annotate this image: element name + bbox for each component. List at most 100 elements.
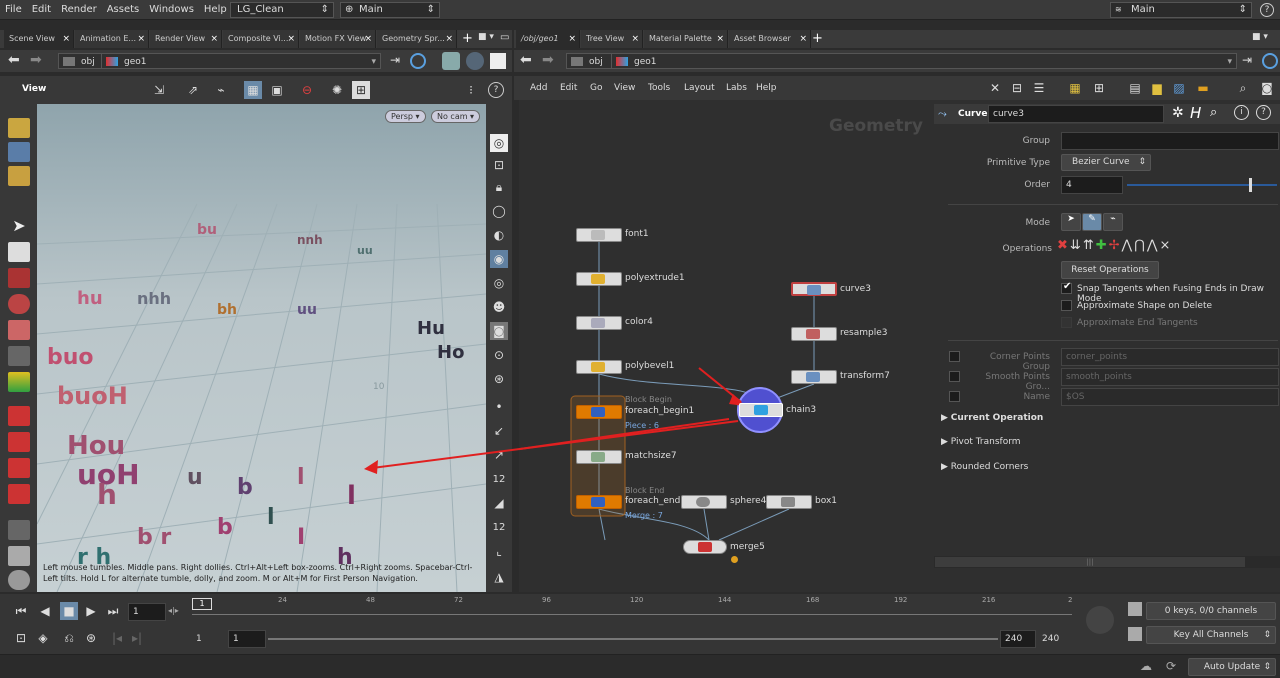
link-icon[interactable] [1262,53,1278,69]
eye-icon[interactable]: ⊙ [490,346,508,364]
context-select[interactable]: ⊕ Main ⇕ [340,2,440,18]
close-icon[interactable]: × [364,30,372,48]
range-end[interactable]: 240 [1042,634,1059,644]
move-tool-icon[interactable] [8,142,30,162]
range-end-icon[interactable]: ▸| [128,629,146,647]
corner-group-checkbox[interactable] [949,351,960,362]
menu-help[interactable]: Help [199,0,232,20]
search-icon[interactable]: ⌕ [1210,105,1217,120]
search-icon[interactable]: ⌕ [1234,79,1252,97]
wireframe-icon[interactable]: ◎ [490,134,508,152]
net-menu-tools[interactable]: Tools [648,83,670,93]
brush-icon[interactable]: ⌁ [212,81,230,99]
node-polyextrude1[interactable] [576,272,622,286]
net-menu-view[interactable]: View [614,83,635,93]
paint-tool-icon[interactable] [8,294,30,314]
display-icon[interactable] [490,53,506,69]
close-icon[interactable]: × [799,30,807,48]
name-field[interactable]: $OS [1061,388,1279,406]
net-menu-labs[interactable]: Labs [726,83,747,93]
magnet-tool-icon[interactable] [8,268,30,288]
select-tool-icon[interactable] [8,118,30,138]
tab-animation-editor[interactable]: Animation E... × [75,30,149,48]
tab-network-geo1[interactable]: /obj/geo1 × [516,30,580,48]
help-icon[interactable]: ? [1256,105,1271,120]
order-field[interactable]: 4 [1061,176,1123,194]
menu-windows[interactable]: Windows [144,0,199,20]
playback-end-field[interactable]: 240 [1000,630,1036,648]
cube-icon[interactable] [442,52,460,70]
forward-arrow-icon[interactable]: ➡ [542,52,554,68]
mode-brush-button[interactable]: ⌁ [1103,213,1123,231]
back-arrow-icon[interactable]: ⬅ [520,52,532,68]
grid-icon[interactable]: ⊞ [352,81,370,99]
arc-op-icon[interactable]: ⋀⋂⋀⨯ [1122,238,1173,253]
table-icon[interactable]: ⊞ [1090,79,1108,97]
link-icon[interactable] [410,53,426,69]
realtime-icon[interactable]: ◈ [34,629,52,647]
node-font1[interactable] [576,228,622,242]
step-frame-icon[interactable]: ◂|▸ [168,606,179,615]
tab-asset-browser[interactable]: Asset Browser × [729,30,811,48]
rig-tool-icon[interactable] [8,346,30,366]
no-entry-icon[interactable]: ⊖ [298,81,316,99]
snap2-tool-icon[interactable] [8,432,30,452]
frame-icon[interactable]: ▣ [268,81,286,99]
mode-draw-button[interactable]: ➤ [1061,213,1081,231]
section-current-operation[interactable]: ▶ Current Operation [941,413,1043,423]
section-pivot-transform[interactable]: ▶ Pivot Transform [941,437,1021,447]
tree-icon[interactable]: ⊟ [1008,79,1026,97]
tab-render-view[interactable]: Render View × [150,30,222,48]
node-resample3[interactable] [791,327,837,341]
split-op-icon[interactable]: ⇈ [1083,238,1096,253]
hda-help-icon[interactable]: H [1190,104,1201,122]
delete-op-icon[interactable]: ✖ [1057,238,1070,253]
keys-status[interactable]: 0 keys, 0/0 channels [1146,602,1276,620]
tab-material-palette[interactable]: Material Palette × [644,30,728,48]
select-geo-icon[interactable]: ⇗ [184,81,202,99]
node-foreach-begin1[interactable] [576,405,622,419]
play-icon[interactable]: ▶ [82,602,100,620]
close-icon[interactable]: × [445,30,453,48]
channel-icon[interactable] [1128,602,1142,616]
transform-tool-icon[interactable] [8,372,30,392]
mode-edit-button[interactable]: ✎ [1082,213,1102,231]
close-icon[interactable]: × [631,30,639,48]
gear-icon[interactable]: ✲ [1172,105,1184,121]
playback-start-field[interactable]: 1 [228,630,266,648]
globe-tool-icon[interactable] [8,570,30,590]
net-menu-help[interactable]: Help [756,83,777,93]
add-tab-icon[interactable]: + [462,31,473,46]
smooth-group-field[interactable]: smooth_points [1061,368,1279,386]
corner-group-field[interactable]: corner_points [1061,348,1279,366]
param-scrollbar[interactable]: ||| [934,556,1280,568]
desktop-select[interactable]: LG_Clean ⇕ [230,2,334,18]
step-back-icon[interactable]: ◀ [36,602,54,620]
path-root[interactable]: obj [58,53,102,69]
frame-marker[interactable]: 1 [192,598,212,610]
operation-icons[interactable]: ✖⇊⇈✚✢⋀⋂⋀⨯ [1057,238,1279,256]
node-color4[interactable] [576,316,622,330]
tab-composite-view[interactable]: Composite Vi... × [223,30,299,48]
insert-op-icon[interactable]: ✚ [1096,238,1109,253]
node-curve3[interactable] [791,282,837,296]
net-menu-edit[interactable]: Edit [560,83,577,93]
node-chain3[interactable] [739,403,783,417]
notes-icon[interactable]: ▤ [1126,79,1144,97]
skull-icon[interactable]: ☻ [490,298,508,316]
help-icon[interactable]: ? [488,82,504,98]
jump-end-icon[interactable]: ⏭ [104,602,122,620]
path-root[interactable]: obj [566,53,612,69]
snap-tool-icon[interactable] [8,406,30,426]
lock-camera-icon[interactable]: ✺ [328,81,346,99]
path-node[interactable]: geo1 ▾ [101,53,381,69]
tools-icon[interactable]: ✕ [986,79,1004,97]
pin-icon[interactable]: ⇥ [390,53,400,67]
fuse-op-icon[interactable]: ⇊ [1070,238,1083,253]
node-polybevel1[interactable] [576,360,622,374]
loop-icon[interactable]: ⎌ [60,629,78,647]
current-frame-field[interactable]: 1 [128,603,166,621]
smooth-group-checkbox[interactable] [949,371,960,382]
uv-icon[interactable]: ⌞ [490,542,508,560]
snap4-tool-icon[interactable] [8,484,30,504]
